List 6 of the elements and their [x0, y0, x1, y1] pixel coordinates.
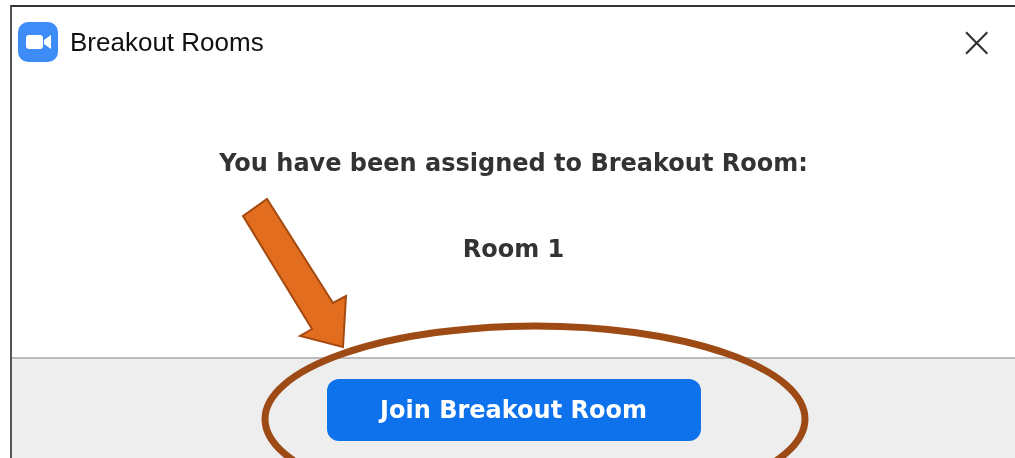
window-title: Breakout Rooms	[70, 26, 264, 58]
room-name: Room 1	[462, 235, 565, 263]
assignment-message: You have been assigned to Breakout Room:	[219, 149, 808, 177]
join-room-button[interactable]: Join Breakout Room	[326, 379, 701, 441]
video-camera-icon	[18, 22, 58, 62]
close-button[interactable]: ×	[946, 20, 1007, 64]
